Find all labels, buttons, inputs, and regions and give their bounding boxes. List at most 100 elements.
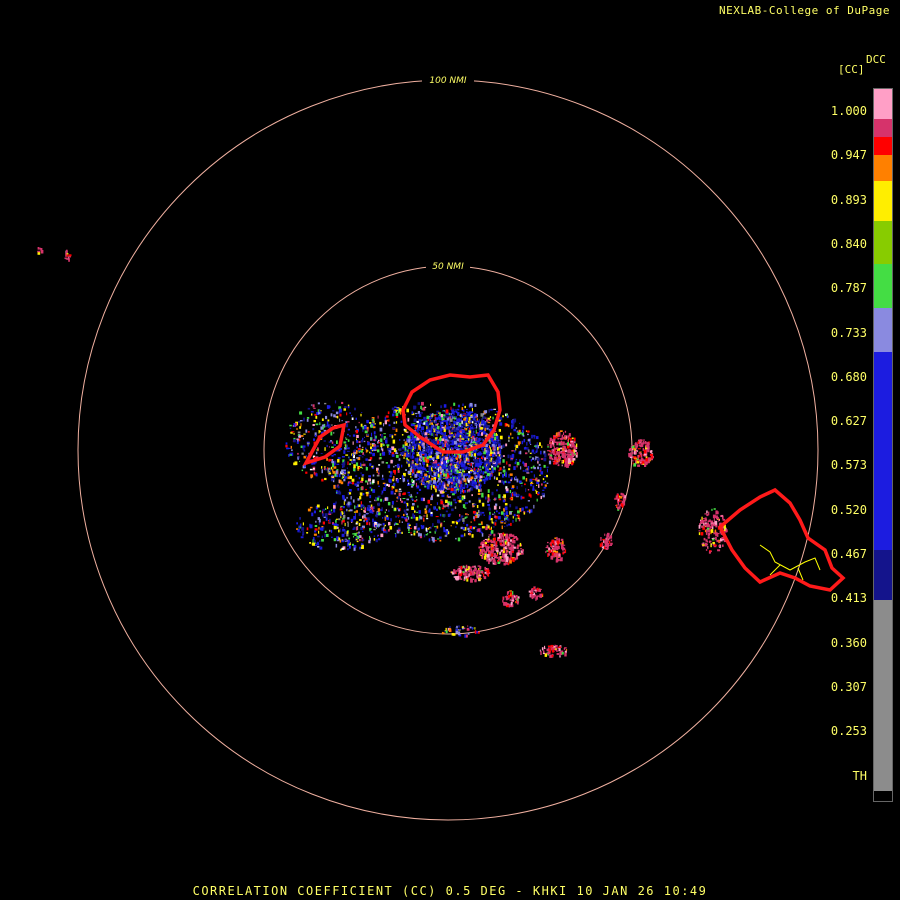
echo-pixel (450, 525, 452, 527)
echo-pixel (375, 527, 377, 529)
echo-pixel (443, 410, 445, 412)
echo-pixel (405, 503, 407, 508)
echo-pixel (324, 477, 327, 481)
echo-pixel (362, 429, 364, 432)
echo-pixel (557, 555, 559, 559)
echo-pixel (442, 480, 445, 482)
echo-pixel (328, 446, 330, 448)
echo-pixel (483, 476, 485, 478)
echo-pixel (453, 476, 455, 479)
echo-pixel (65, 252, 67, 257)
echo-pixel (397, 470, 400, 473)
echo-pixel (291, 449, 293, 452)
echo-pixel (480, 531, 483, 534)
echo-pixel (443, 435, 447, 438)
echo-pixel (406, 498, 409, 501)
echo-pixel (462, 446, 466, 448)
echo-pixel (379, 456, 382, 460)
echo-pixel (458, 629, 462, 631)
echo-pixel (698, 530, 701, 532)
echo-pixel (417, 470, 421, 474)
echo-pixel (362, 539, 365, 542)
echo-pixel (526, 442, 528, 446)
echo-pixel (505, 549, 508, 554)
echo-pixel (368, 459, 372, 461)
echo-pixel (341, 401, 344, 404)
echo-pixel (475, 416, 477, 418)
echo-pixel (417, 457, 419, 462)
echo-pixel (347, 476, 350, 480)
echo-pixel (515, 595, 518, 598)
echo-pixel (498, 472, 500, 476)
echo-pixel (706, 510, 708, 514)
echo-pixel (499, 440, 501, 442)
echo-pixel (302, 534, 304, 536)
echo-pixel (456, 437, 458, 439)
echo-pixel (343, 441, 346, 444)
echo-pixel (293, 462, 297, 466)
echo-pixel (451, 477, 453, 479)
echo-pixel (336, 415, 339, 419)
echo-pixel (298, 421, 301, 423)
echo-pixel (482, 471, 485, 475)
echo-pixel (500, 445, 503, 450)
echo-pixel (438, 477, 440, 482)
echo-pixel (361, 448, 364, 451)
echo-pixel (443, 465, 447, 469)
echo-pixel (430, 485, 432, 490)
echo-pixel (501, 559, 505, 562)
echo-pixel (389, 434, 392, 437)
echo-pixel (489, 416, 492, 419)
echo-pixel (458, 471, 461, 474)
echo-pixel (442, 482, 445, 485)
echo-pixel (488, 505, 490, 510)
echo-pixel (525, 430, 528, 432)
echo-pixel (411, 436, 414, 441)
echo-pixel (383, 433, 386, 435)
echo-pixel (494, 438, 496, 441)
echo-pixel (433, 485, 435, 489)
echo-pixel (428, 430, 431, 433)
echo-pixel (378, 464, 381, 466)
echo-pixel (499, 467, 502, 471)
legend-unit: [CC] (838, 63, 865, 76)
echo-pixel (349, 412, 351, 414)
echo-pixel (474, 481, 477, 485)
echo-pixel (544, 484, 547, 487)
echo-pixel (556, 456, 558, 459)
echo-pixel (289, 454, 292, 456)
echo-pixel (336, 491, 338, 494)
echo-pixel (385, 462, 388, 464)
echo-pixel (421, 401, 424, 406)
echo-pixel (546, 466, 549, 468)
echo-pixel (466, 513, 468, 516)
echo-pixel (552, 549, 554, 552)
echo-pixel (460, 448, 463, 450)
echo-pixel (367, 441, 370, 446)
echo-pixel (435, 452, 439, 456)
echo-pixel (497, 537, 501, 539)
echo-pixel (428, 538, 431, 542)
echo-pixel (494, 547, 496, 552)
echo-pixel (481, 553, 485, 556)
echo-pixel (447, 507, 450, 509)
echo-pixel (352, 499, 355, 503)
echo-pixel (525, 506, 528, 509)
legend-tick: 0.947 (830, 148, 867, 163)
echo-pixel (348, 456, 350, 460)
echo-pixel (505, 595, 508, 597)
echo-pixel (539, 649, 541, 652)
echo-pixel (331, 424, 333, 426)
echo-pixel (418, 510, 421, 514)
echo-pixel (504, 602, 508, 606)
echo-pixel (421, 443, 424, 446)
echo-pixel (505, 480, 507, 484)
echo-pixel (471, 534, 474, 538)
echo-pixel (453, 462, 455, 464)
echo-pixel (471, 421, 474, 424)
echo-pixel (510, 522, 512, 526)
echo-pixel (520, 548, 523, 550)
echo-pixel (335, 484, 337, 488)
echo-pixel (359, 444, 361, 448)
echo-pixel (366, 520, 368, 523)
